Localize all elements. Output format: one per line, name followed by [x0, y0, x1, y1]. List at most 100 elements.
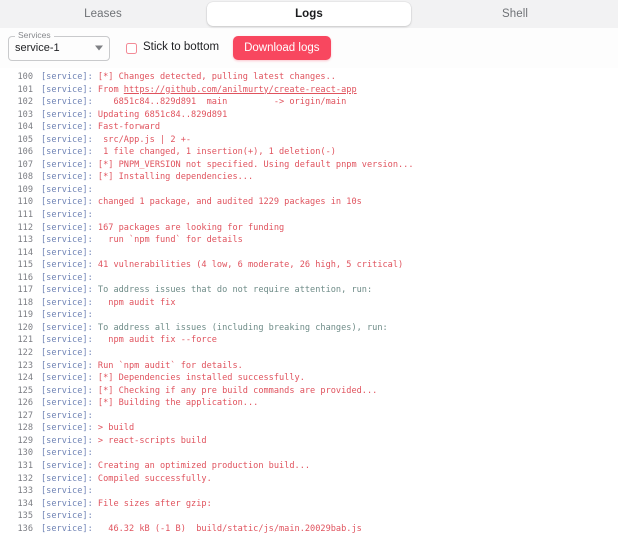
- log-line-prefix: [service]:: [41, 372, 93, 385]
- log-line: 105[service]: src/App.js | 2 +-: [0, 134, 618, 147]
- stick-to-bottom-label: Stick to bottom: [143, 42, 219, 54]
- log-line-number: 109: [0, 184, 41, 197]
- log-line-number: 101: [0, 84, 41, 97]
- log-line: 118[service]: npm audit fix: [0, 297, 618, 310]
- log-line-prefix: [service]:: [41, 247, 93, 260]
- log-line: 132[service]: Compiled successfully.: [0, 473, 618, 486]
- log-line-number: 119: [0, 309, 41, 322]
- log-line-prefix: [service]:: [41, 523, 93, 536]
- log-line-number: 127: [0, 410, 41, 423]
- log-line-message: > build: [93, 422, 134, 435]
- log-line: 124[service]: [*] Dependencies installed…: [0, 372, 618, 385]
- log-line-number: 117: [0, 284, 41, 297]
- log-output-pane[interactable]: 100[service]: [*] Changes detected, pull…: [0, 68, 618, 550]
- log-line: 123[service]: Run `npm audit` for detail…: [0, 360, 618, 373]
- log-line-prefix: [service]:: [41, 284, 93, 297]
- tab-leases[interactable]: Leases: [1, 2, 205, 26]
- log-line: 126[service]: [*] Building the applicati…: [0, 397, 618, 410]
- log-line-prefix: [service]:: [41, 171, 93, 184]
- log-line-prefix: [service]:: [41, 234, 93, 247]
- tab-leases-label: Leases: [84, 8, 122, 20]
- log-line-message: File sizes after gzip:: [93, 498, 212, 511]
- log-line-number: 103: [0, 109, 41, 122]
- log-line: 117[service]: To address issues that do …: [0, 284, 618, 297]
- log-line-number: 112: [0, 222, 41, 235]
- log-line-message: Updating 6851c84..829d891: [93, 109, 228, 122]
- log-line: 106[service]: 1 file changed, 1 insertio…: [0, 146, 618, 159]
- log-line-number: 104: [0, 121, 41, 134]
- log-line-message: npm audit fix --force: [93, 334, 217, 347]
- log-line: 130[service]:: [0, 447, 618, 460]
- log-line: 102[service]: 6851c84..829d891 main -> o…: [0, 96, 618, 109]
- log-line-prefix: [service]:: [41, 397, 93, 410]
- log-line-message: Compiled successfully.: [93, 473, 212, 486]
- log-line-number: 131: [0, 460, 41, 473]
- log-line: 100[service]: [*] Changes detected, pull…: [0, 71, 618, 84]
- log-line-message: 1 file changed, 1 insertion(+), 1 deleti…: [93, 146, 336, 159]
- log-line: 111[service]:: [0, 209, 618, 222]
- log-line: 110[service]: changed 1 package, and aud…: [0, 196, 618, 209]
- log-line-prefix: [service]:: [41, 272, 93, 285]
- log-line: 119[service]:: [0, 309, 618, 322]
- log-line-number: 105: [0, 134, 41, 147]
- log-line-prefix: [service]:: [41, 410, 93, 423]
- log-line-message: Creating an optimized production build..…: [93, 460, 310, 473]
- log-line-prefix: [service]:: [41, 510, 93, 523]
- log-line-prefix: [service]:: [41, 146, 93, 159]
- log-line-number: 128: [0, 422, 41, 435]
- log-line-number: 102: [0, 96, 41, 109]
- log-line-message: [*] Checking if any pre build commands a…: [93, 385, 378, 398]
- log-line-number: 133: [0, 485, 41, 498]
- log-line-message: > react-scripts build: [93, 435, 207, 448]
- log-line: 125[service]: [*] Checking if any pre bu…: [0, 385, 618, 398]
- log-line: 122[service]:: [0, 347, 618, 360]
- log-line-number: 136: [0, 523, 41, 536]
- log-line-prefix: [service]:: [41, 96, 93, 109]
- log-line-prefix: [service]:: [41, 309, 93, 322]
- log-line-number: 125: [0, 385, 41, 398]
- log-line-prefix: [service]:: [41, 159, 93, 172]
- log-line-message: [*] Changes detected, pulling latest cha…: [93, 71, 336, 84]
- log-line-url[interactable]: https://github.com/anilmurty/create-reac…: [124, 85, 357, 95]
- log-line-prefix: [service]:: [41, 422, 93, 435]
- log-line-message: From https://github.com/anilmurty/create…: [93, 84, 357, 97]
- log-line-number: 116: [0, 272, 41, 285]
- log-line-message: run `npm fund` for details: [93, 234, 243, 247]
- log-line: 108[service]: [*] Installing dependencie…: [0, 171, 618, 184]
- logs-toolbar: Services service-1 Stick to bottom Downl…: [0, 28, 618, 68]
- log-line-message: To address all issues (including breakin…: [93, 322, 388, 335]
- services-select-value: service-1: [15, 43, 60, 54]
- log-line: 127[service]:: [0, 410, 618, 423]
- stick-to-bottom-checkbox-row[interactable]: Stick to bottom: [126, 42, 219, 54]
- log-line-number: 132: [0, 473, 41, 486]
- tab-logs[interactable]: Logs: [207, 2, 411, 26]
- log-line-number: 129: [0, 435, 41, 448]
- log-line-prefix: [service]:: [41, 473, 93, 486]
- log-line-prefix: [service]:: [41, 485, 93, 498]
- log-line-prefix: [service]:: [41, 71, 93, 84]
- log-line-message: 6851c84..829d891 main -> origin/main: [93, 96, 347, 109]
- log-line-prefix: [service]:: [41, 385, 93, 398]
- log-line: 101[service]: From https://github.com/an…: [0, 84, 618, 97]
- log-line-number: 113: [0, 234, 41, 247]
- log-line: 136[service]: 46.32 kB (-1 B) build/stat…: [0, 523, 618, 536]
- log-line-prefix: [service]:: [41, 297, 93, 310]
- log-line-message: 46.32 kB (-1 B) build/static/js/main.200…: [93, 523, 362, 536]
- log-line-prefix: [service]:: [41, 498, 93, 511]
- log-line-number: 111: [0, 209, 41, 222]
- download-logs-button[interactable]: Download logs: [233, 36, 330, 60]
- log-line-message: 41 vulnerabilities (4 low, 6 moderate, 2…: [93, 259, 403, 272]
- services-select[interactable]: Services service-1: [8, 36, 110, 61]
- log-line-prefix: [service]:: [41, 460, 93, 473]
- log-line-prefix: [service]:: [41, 184, 93, 197]
- log-line-message: [*] Building the application...: [93, 397, 259, 410]
- log-line: 114[service]:: [0, 247, 618, 260]
- log-line: 121[service]: npm audit fix --force: [0, 334, 618, 347]
- stick-to-bottom-checkbox[interactable]: [126, 43, 137, 54]
- tab-shell[interactable]: Shell: [413, 2, 617, 26]
- log-line-number: 106: [0, 146, 41, 159]
- log-line-prefix: [service]:: [41, 109, 93, 122]
- log-line: 128[service]: > build: [0, 422, 618, 435]
- log-line-prefix: [service]:: [41, 435, 93, 448]
- log-line: 131[service]: Creating an optimized prod…: [0, 460, 618, 473]
